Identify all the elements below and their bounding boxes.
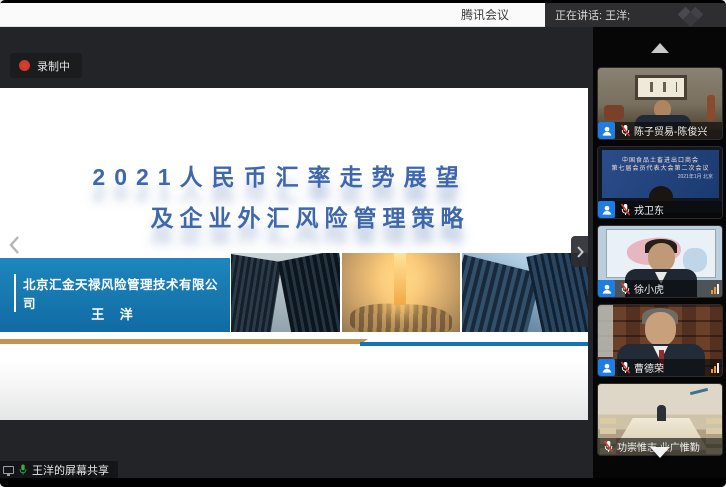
prev-slide-button[interactable]: [3, 228, 25, 262]
meeting-logo-icon: [676, 7, 712, 23]
participant-name: 徐小虎: [634, 281, 664, 296]
slide-title-line2: 及企业外汇风险管理策略: [16, 199, 604, 233]
city-photo-2: [342, 253, 460, 332]
share-status-label: 王洋的屏幕共享: [32, 462, 109, 478]
presenter-card: 北京汇金天禄风险管理技术有限公司 王 洋: [0, 258, 230, 332]
mic-muted-icon: [620, 361, 631, 374]
participant-tile-3[interactable]: 徐小虎: [597, 225, 723, 298]
person-icon: [601, 362, 613, 374]
participant-tile-1[interactable]: 陈子贸易-陈俊兴: [597, 67, 723, 140]
city-photo-1: [231, 253, 340, 332]
divider-blue: [360, 342, 588, 346]
mic-muted-icon: [620, 282, 631, 295]
meeting-window: 腾讯会议 正在讲话: 王洋; 录制中 2021人民币汇率走势展望 及企业外汇风险…: [0, 0, 726, 487]
app-tab[interactable]: 腾讯会议: [0, 3, 545, 27]
person-silhouette: [648, 243, 675, 272]
chevron-right-icon: [576, 245, 584, 259]
screen-text-line1: 中国食品土畜进出口商会: [602, 157, 719, 165]
name-bar: 徐小虎: [598, 280, 722, 297]
slide-title-line1: 2021人民币汇率走势展望: [0, 158, 574, 192]
participant-tile-2[interactable]: 中国食品土畜进出口商会 第七届会员代表大会第二次会议 2021年1月 北京: [597, 146, 723, 219]
avatar-badge: [598, 201, 615, 218]
screen-text-line3: 2021年1月 北京: [602, 173, 719, 181]
city-photo-3: [462, 253, 588, 332]
shared-slide: 2021人民币汇率走势展望 及企业外汇风险管理策略 北京汇金天禄风险管理技术有限…: [0, 88, 588, 420]
mic-muted-icon: [603, 440, 614, 453]
screen-share-stage: 录制中 2021人民币汇率走势展望 及企业外汇风险管理策略 北京汇金天禄风险管理…: [0, 27, 593, 478]
next-slide-button[interactable]: [571, 236, 588, 267]
person-icon: [601, 204, 613, 216]
person-silhouette: [657, 405, 666, 421]
divider-gold: [0, 339, 368, 344]
slide-title: 2021人民币汇率走势展望 及企业外汇风险管理策略: [0, 158, 588, 233]
bottom-strip: [0, 478, 726, 487]
speaking-status: 正在讲话: 王洋;: [555, 7, 630, 23]
scroll-up-button[interactable]: [651, 43, 669, 53]
recording-indicator[interactable]: 录制中: [10, 53, 82, 78]
presenter-name: 王 洋: [0, 304, 230, 323]
mic-on-icon: [18, 463, 28, 476]
signal-strength-icon: [711, 284, 719, 294]
app-tab-label: 腾讯会议: [461, 6, 509, 23]
participant-name: 戎卫东: [634, 202, 664, 217]
screen-text-line2: 第七届会员代表大会第二次会议: [602, 165, 719, 173]
participant-tile-5[interactable]: 功崇惟志 业广惟勤: [597, 383, 723, 456]
person-silhouette: [645, 312, 676, 346]
mic-muted-icon: [620, 124, 631, 137]
speaking-status-bar: 正在讲话: 王洋;: [545, 3, 726, 27]
name-bar: 戎卫东: [598, 201, 722, 218]
avatar-badge: [598, 122, 615, 139]
participants-sidebar: 陈子贸易-陈俊兴 中国食品土畜进出口商会 第七届会员代表大会第二次会议 2021…: [593, 27, 726, 478]
slide-banner-band: 北京汇金天禄风险管理技术有限公司 王 洋: [0, 253, 588, 332]
participant-name: 曹德荣: [634, 360, 664, 375]
avatar-badge: [598, 359, 615, 376]
name-bar: 曹德荣: [598, 359, 722, 376]
share-status-bar: 王洋的屏幕共享: [0, 461, 118, 478]
recording-label: 录制中: [37, 58, 70, 74]
participant-name: 陈子贸易-陈俊兴: [634, 123, 707, 138]
name-bar: 陈子贸易-陈俊兴: [598, 122, 722, 139]
titlebar: 腾讯会议 正在讲话: 王洋;: [0, 3, 726, 27]
person-icon: [601, 125, 613, 137]
avatar-badge: [598, 280, 615, 297]
wall-logo: [690, 388, 708, 395]
person-icon: [601, 283, 613, 295]
mic-muted-icon: [620, 203, 631, 216]
picture-frame: [635, 75, 687, 100]
chevron-left-icon: [9, 235, 20, 255]
record-dot-icon: [19, 60, 30, 71]
screen-share-icon: [3, 466, 14, 474]
participant-tile-4[interactable]: 曹德荣: [597, 304, 723, 377]
scroll-down-button[interactable]: [650, 447, 670, 458]
signal-strength-icon: [711, 363, 719, 373]
